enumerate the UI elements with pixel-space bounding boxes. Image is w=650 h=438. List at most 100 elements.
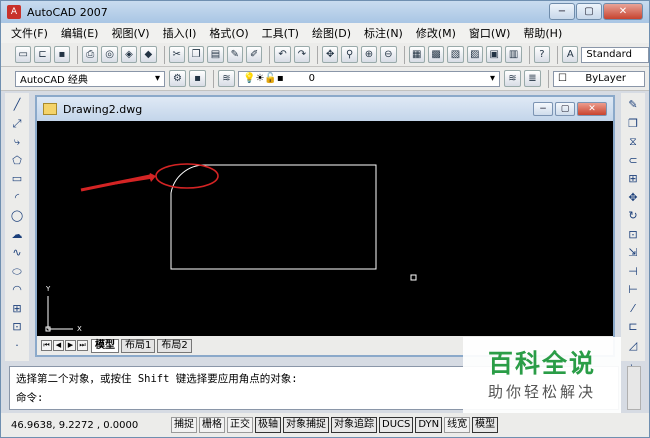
menu-window[interactable]: 窗口(W) [469, 25, 510, 41]
drawing-canvas[interactable]: Y X [37, 121, 613, 336]
zoom-window-icon[interactable]: ⊕ [360, 46, 378, 63]
undo-icon[interactable]: ↶ [274, 46, 291, 63]
menu-view[interactable]: 视图(V) [111, 25, 149, 41]
otrack-toggle[interactable]: 对象追踪 [331, 417, 377, 433]
new-icon[interactable]: ▭ [15, 46, 32, 63]
pan-icon[interactable]: ✥ [322, 46, 339, 63]
filleted-rectangle[interactable] [170, 164, 377, 270]
move-icon[interactable]: ✥ [625, 190, 642, 206]
tab-layout2[interactable]: 布局2 [157, 338, 192, 353]
array-icon[interactable]: ⊞ [625, 171, 642, 187]
workspace-select[interactable]: AutoCAD 经典 ▾ [15, 70, 165, 87]
model-toggle[interactable]: 模型 [472, 417, 499, 433]
paste-icon[interactable]: ▤ [207, 46, 224, 63]
offset-icon[interactable]: ⊂ [625, 153, 642, 169]
line-icon[interactable]: ╱ [9, 97, 26, 113]
menu-dimension[interactable]: 标注(N) [364, 25, 403, 41]
layer-select[interactable]: 💡☀🔓▪ 0 ▾ [238, 70, 500, 87]
tab-layout1[interactable]: 布局1 [121, 338, 156, 353]
join-icon[interactable]: ⊏ [625, 319, 642, 335]
menu-insert[interactable]: 插入(I) [163, 25, 197, 41]
first-tab-icon[interactable]: ⏮ [41, 340, 52, 351]
arc-icon[interactable]: ◜ [9, 190, 26, 206]
drawing-maximize-button[interactable]: ▢ [555, 102, 575, 116]
cut-icon[interactable]: ✂ [168, 46, 185, 63]
color-select[interactable]: ☐ ByLayer [553, 70, 645, 87]
ellipse-arc-icon[interactable]: ◠ [9, 282, 26, 298]
command-scrollbar[interactable] [627, 366, 641, 410]
drawing-minimize-button[interactable]: − [533, 102, 553, 116]
rotate-icon[interactable]: ↻ [625, 208, 642, 224]
layer-manager-icon[interactable]: ≋ [218, 70, 235, 87]
grid-toggle[interactable]: 栅格 [199, 417, 225, 433]
workspace-save-icon[interactable]: ▪ [189, 70, 206, 87]
maximize-button[interactable]: ▢ [576, 3, 602, 20]
menu-tools[interactable]: 工具(T) [262, 25, 299, 41]
polygon-icon[interactable]: ⬠ [9, 153, 26, 169]
ortho-toggle[interactable]: 正交 [227, 417, 253, 433]
close-button[interactable]: ✕ [603, 3, 643, 20]
designcenter-icon[interactable]: ▩ [427, 46, 445, 63]
last-tab-icon[interactable]: ⏭ [77, 340, 88, 351]
make-block-icon[interactable]: ⊡ [9, 319, 26, 335]
ducs-toggle[interactable]: DUCS [379, 417, 414, 433]
blockeditor-icon[interactable]: ✐ [246, 46, 263, 63]
rectangle-icon[interactable]: ▭ [9, 171, 26, 187]
markup-icon[interactable]: ▣ [486, 46, 503, 63]
toolpalettes-icon[interactable]: ▧ [447, 46, 464, 63]
title-bar[interactable]: A AutoCAD 2007 − ▢ ✕ [1, 1, 649, 23]
trim-icon[interactable]: ⊣ [625, 264, 642, 280]
sheetset-icon[interactable]: ▨ [466, 46, 484, 63]
drawing-title-bar[interactable]: Drawing2.dwg − ▢ ✕ [37, 97, 613, 121]
menu-edit[interactable]: 编辑(E) [61, 25, 99, 41]
revcloud-icon[interactable]: ☁ [9, 227, 26, 243]
polyline-icon[interactable]: ⤷ [9, 134, 26, 150]
save-icon[interactable]: ▪ [53, 46, 71, 63]
prev-tab-icon[interactable]: ◀ [53, 340, 64, 351]
autocad-app-icon[interactable]: A [7, 5, 21, 19]
zoom-realtime-icon[interactable]: ⚲ [341, 46, 358, 63]
erase-icon[interactable]: ✎ [625, 97, 642, 113]
redo-icon[interactable]: ↷ [293, 46, 311, 63]
plot-icon[interactable]: ◆ [140, 46, 157, 63]
polar-toggle[interactable]: 极轴 [255, 417, 281, 433]
lineweight-toggle[interactable]: 线宽 [444, 417, 471, 433]
extend-icon[interactable]: ⊢ [625, 282, 642, 298]
zoom-previous-icon[interactable]: ⊖ [380, 46, 397, 63]
snap-toggle[interactable]: 捕捉 [171, 417, 197, 433]
osnap-toggle[interactable]: 对象捕捉 [283, 417, 329, 433]
print-icon[interactable]: ⎙ [82, 46, 99, 63]
stretch-icon[interactable]: ⇲ [625, 245, 642, 261]
minimize-button[interactable]: − [549, 3, 575, 20]
menu-modify[interactable]: 修改(M) [416, 25, 456, 41]
properties-icon[interactable]: ▦ [408, 46, 425, 63]
chamfer-icon[interactable]: ◿ [625, 338, 642, 354]
insert-block-icon[interactable]: ⊞ [9, 301, 26, 317]
preview-icon[interactable]: ◎ [101, 46, 118, 63]
break-icon[interactable]: ⁄ [625, 301, 642, 317]
copy-object-icon[interactable]: ❐ [625, 116, 642, 132]
menu-help[interactable]: 帮助(H) [523, 25, 562, 41]
publish-icon[interactable]: ◈ [120, 46, 138, 63]
menu-format[interactable]: 格式(O) [209, 25, 248, 41]
text-style-select[interactable]: Standard [581, 46, 649, 63]
tab-model[interactable]: 模型 [91, 338, 119, 353]
spline-icon[interactable]: ∿ [9, 245, 26, 261]
mirror-icon[interactable]: ⧖ [625, 134, 642, 150]
layer-previous-icon[interactable]: ≣ [524, 70, 541, 87]
dyn-toggle[interactable]: DYN [415, 417, 443, 433]
make-layer-current-icon[interactable]: ≋ [504, 70, 521, 87]
menu-draw[interactable]: 绘图(D) [312, 25, 351, 41]
circle-icon[interactable]: ◯ [9, 208, 26, 224]
calculator-icon[interactable]: ▥ [505, 46, 522, 63]
text-style-icon[interactable]: A [562, 46, 579, 63]
point-icon[interactable]: · [9, 338, 26, 354]
ellipse-icon[interactable]: ⬭ [9, 264, 26, 280]
construction-line-icon[interactable]: ⤢ [9, 116, 26, 132]
open-icon[interactable]: ⊏ [34, 46, 51, 63]
workspace-settings-icon[interactable]: ⚙ [169, 70, 186, 87]
copy-icon[interactable]: ❐ [187, 46, 205, 63]
drawing-close-button[interactable]: ✕ [577, 102, 607, 116]
scale-icon[interactable]: ⊡ [625, 227, 642, 243]
help-icon[interactable]: ? [533, 46, 551, 63]
